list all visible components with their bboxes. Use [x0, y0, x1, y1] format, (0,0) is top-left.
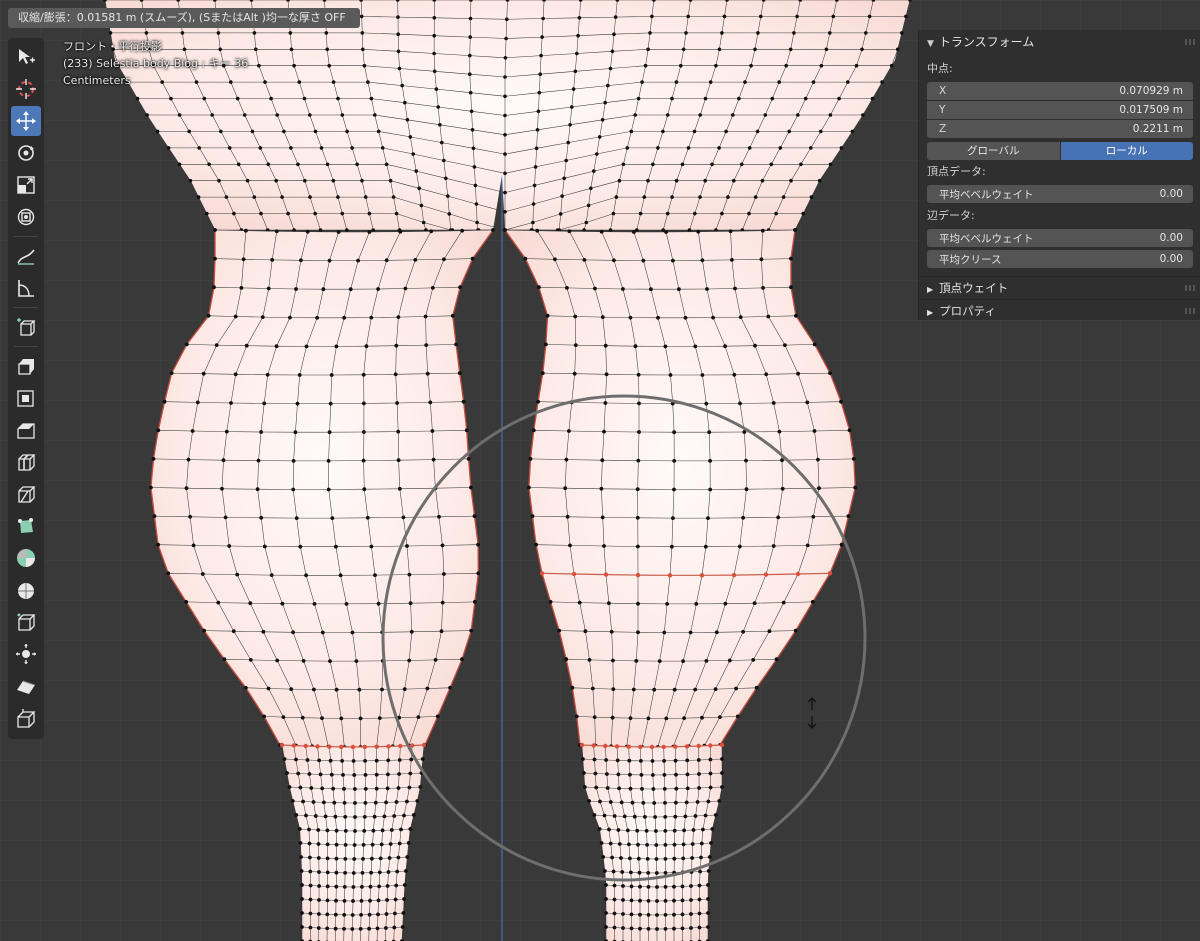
median-z-value: 0.2211 m — [1132, 123, 1183, 135]
select-cursor-icon[interactable] — [11, 42, 41, 72]
cursor-3d-icon[interactable] — [11, 74, 41, 104]
object-info: (233) Selestia body Blog : キー 36 — [63, 57, 249, 70]
median-x-value: 0.070929 m — [1119, 85, 1183, 97]
properties-label: プロパティ — [939, 304, 996, 318]
smooth-icon[interactable] — [11, 575, 41, 605]
median-label: 中点: — [927, 62, 953, 75]
vertex-data-label: 頂点データ: — [927, 165, 986, 178]
unit-system: Centimeters — [63, 74, 131, 87]
tool-shelf — [8, 38, 44, 739]
drag-grip-icon[interactable] — [1185, 308, 1195, 314]
collapse-triangle-icon: ▶ — [927, 285, 934, 294]
loop-cut-icon[interactable] — [11, 447, 41, 477]
bevel-icon[interactable] — [11, 415, 41, 445]
collapse-triangle-icon: ▶ — [927, 308, 934, 317]
rotate-icon[interactable] — [11, 138, 41, 168]
transform-icon[interactable] — [11, 202, 41, 232]
global-toggle-button[interactable]: グローバル — [927, 142, 1060, 160]
sidebar-item-panel: ▼ トランスフォーム 中点: X 0.070929 m Y 0.017509 m … — [918, 30, 1200, 320]
shrink-fatten-icon[interactable] — [11, 639, 41, 669]
edge-bevel-weight-field[interactable]: 平均ベベルウェイト 0.00 — [927, 229, 1193, 247]
transform-panel-header[interactable]: ▼ トランスフォーム — [919, 30, 1200, 54]
drag-grip-icon[interactable] — [1185, 285, 1195, 291]
operator-status-bar: 収縮/膨張：0.01581 m (スムーズ), (SまたはAlt )均一な厚さ … — [8, 8, 360, 28]
annotate-icon[interactable] — [11, 241, 41, 271]
vertex-bevel-weight-label: 平均ベベルウェイト — [939, 188, 1034, 201]
viewport-info: フロント・平行投影 (233) Selestia body Blog : キー … — [63, 38, 248, 89]
extrude-region-icon[interactable] — [11, 351, 41, 381]
inset-faces-icon[interactable] — [11, 383, 41, 413]
edge-crease-value: 0.00 — [1159, 253, 1183, 265]
axis-label-y: Y — [939, 104, 946, 116]
edge-crease-label: 平均クリース — [939, 253, 1002, 266]
move-icon[interactable] — [11, 106, 41, 136]
vertex-bevel-weight-field[interactable]: 平均ベベルウェイト 0.00 — [927, 185, 1193, 203]
rip-region-icon[interactable] — [11, 703, 41, 733]
local-toggle-button[interactable]: ローカル — [1060, 142, 1193, 160]
shear-icon[interactable] — [11, 671, 41, 701]
edge-bevel-weight-value: 0.00 — [1159, 232, 1183, 244]
knife-icon[interactable] — [11, 479, 41, 509]
median-y-value: 0.017509 m — [1119, 104, 1183, 116]
measure-icon[interactable] — [11, 273, 41, 303]
poly-build-icon[interactable] — [11, 511, 41, 541]
view-name: フロント・平行投影 — [63, 40, 162, 53]
axis-label-x: X — [939, 85, 947, 97]
spin-icon[interactable] — [11, 543, 41, 573]
edge-bevel-weight-label: 平均ベベルウェイト — [939, 232, 1034, 245]
vertex-bevel-weight-value: 0.00 — [1159, 188, 1183, 200]
vertex-weights-panel-header[interactable]: ▶ 頂点ウェイト — [919, 276, 1200, 299]
median-x-field[interactable]: X 0.070929 m — [927, 82, 1193, 100]
add-cube-icon[interactable] — [11, 312, 41, 342]
scale-icon[interactable] — [11, 170, 41, 200]
space-toggle: グローバル ローカル — [927, 142, 1193, 160]
properties-panel-header[interactable]: ▶ プロパティ — [919, 299, 1200, 322]
edge-data-label: 辺データ: — [927, 209, 975, 222]
axis-label-z: Z — [939, 123, 947, 135]
median-y-field[interactable]: Y 0.017509 m — [927, 101, 1193, 119]
transform-header-label: トランスフォーム — [938, 35, 1035, 49]
drag-grip-icon[interactable] — [1185, 39, 1195, 45]
median-z-field[interactable]: Z 0.2211 m — [927, 120, 1193, 138]
vertex-weights-label: 頂点ウェイト — [939, 281, 1009, 295]
edge-crease-field[interactable]: 平均クリース 0.00 — [927, 250, 1193, 268]
edge-slide-icon[interactable] — [11, 607, 41, 637]
expand-triangle-icon: ▼ — [927, 39, 934, 49]
